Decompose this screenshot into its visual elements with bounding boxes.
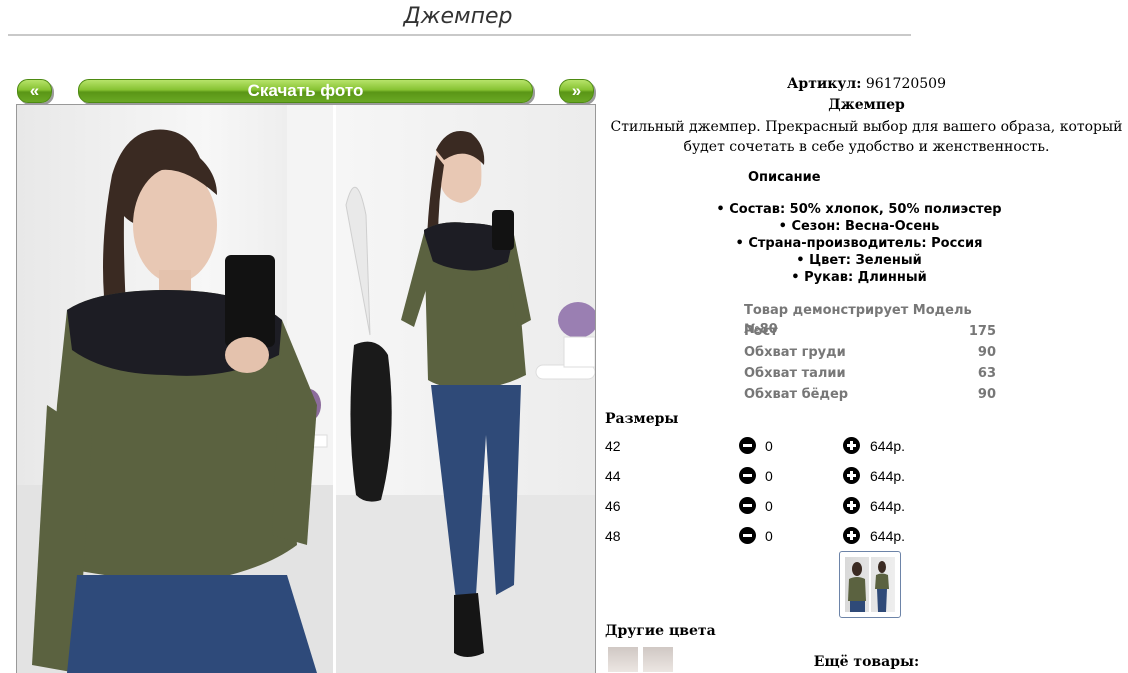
more-products-heading: Ещё товары: <box>813 654 920 670</box>
thumbnail-illustration <box>848 557 889 612</box>
minus-circle-icon[interactable] <box>739 467 756 484</box>
attribute-item: • Состав: 50% хлопок, 50% полиэстер <box>716 202 1002 217</box>
model-row: Обхват груди 90 <box>744 345 996 360</box>
product-description: Стильный джемпер. Прекрасный выбор для в… <box>610 119 1123 155</box>
attribute-item: • Сезон: Весна-Осень <box>778 219 940 234</box>
plus-circle-icon[interactable] <box>843 527 860 544</box>
model-row: Обхват талии 63 <box>744 366 996 381</box>
size-quantity: 0 <box>765 438 773 454</box>
size-price: 644р. <box>870 528 906 544</box>
attribute-item: • Рукав: Длинный <box>791 270 927 285</box>
plus-circle-icon[interactable] <box>843 497 860 514</box>
product-thumbnail[interactable] <box>839 551 901 618</box>
product-photo-fullbody[interactable] <box>336 105 595 673</box>
sku-value: 961720509 <box>865 76 946 92</box>
size-quantity: 0 <box>765 498 773 514</box>
page-title: Джемпер <box>403 4 513 29</box>
model-title: Товар демонстрирует Модель №80 <box>744 303 972 337</box>
plus-circle-icon[interactable] <box>843 437 860 454</box>
size-label: 42 <box>605 438 621 454</box>
size-price: 644р. <box>870 468 906 484</box>
model-row: Обхват бёдер 90 <box>744 387 996 402</box>
model-row: Рост 175 <box>744 324 996 339</box>
minus-circle-icon[interactable] <box>739 437 756 454</box>
plus-circle-icon[interactable] <box>843 467 860 484</box>
sku-line: Артикул: 961720509 <box>605 76 1128 92</box>
size-row: 46 0 644р. <box>605 497 925 517</box>
size-label: 44 <box>605 468 621 484</box>
next-photo-button[interactable]: » <box>559 79 594 103</box>
size-quantity: 0 <box>765 468 773 484</box>
model-measurements: Товар демонстрирует Модель №80 Рост 175 О… <box>744 301 996 406</box>
other-colors-heading: Другие цвета <box>605 623 716 639</box>
size-price: 644р. <box>870 438 906 454</box>
model-fullbody-illustration <box>336 131 595 673</box>
size-label: 48 <box>605 528 621 544</box>
size-price: 644р. <box>870 498 906 514</box>
title-divider <box>8 34 911 36</box>
attribute-item: • Цвет: Зеленый <box>796 253 922 268</box>
size-label: 46 <box>605 498 621 514</box>
prev-photo-button[interactable]: « <box>17 79 52 103</box>
size-row: 42 0 644р. <box>605 437 925 457</box>
attribute-item: • Страна-производитель: Россия <box>735 236 983 251</box>
product-name: Джемпер <box>828 97 905 113</box>
product-photo-closeup[interactable] <box>17 105 333 673</box>
size-quantity: 0 <box>765 528 773 544</box>
thumbnail-image <box>845 557 895 612</box>
product-photo-frame <box>16 104 596 673</box>
minus-circle-icon[interactable] <box>739 497 756 514</box>
sizes-heading: Размеры <box>605 411 679 427</box>
model-closeup-illustration <box>17 105 333 673</box>
minus-circle-icon[interactable] <box>739 527 756 544</box>
size-row: 48 0 644р. <box>605 527 925 547</box>
description-heading: Описание <box>748 170 821 185</box>
attribute-list: • Состав: 50% хлопок, 50% полиэстер • Се… <box>605 201 1128 286</box>
size-row: 44 0 644р. <box>605 467 925 487</box>
sku-label: Артикул: <box>787 76 862 92</box>
download-photo-button[interactable]: Скачать фото <box>78 79 533 103</box>
